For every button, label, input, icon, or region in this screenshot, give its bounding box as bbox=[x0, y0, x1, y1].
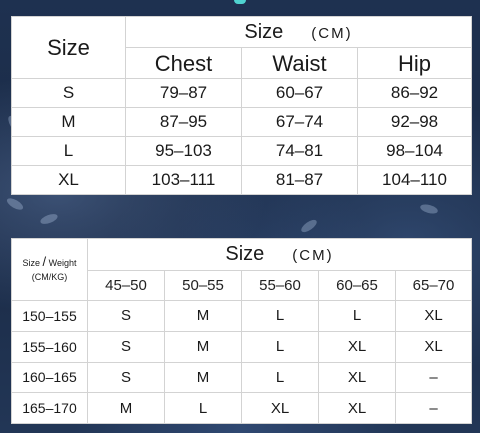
weight-column-header: 50–55 bbox=[164, 270, 242, 301]
size-cell: XL bbox=[11, 165, 126, 195]
size-column-header: Size bbox=[11, 16, 126, 79]
weight-column-header: 60–65 bbox=[318, 270, 396, 301]
weight-column-header: 65–70 bbox=[394, 270, 473, 301]
corner-header: Size / Weight (CM/KG) bbox=[11, 238, 88, 301]
size-cell: XL bbox=[318, 330, 396, 363]
hip-cell: 86–92 bbox=[356, 78, 473, 108]
waist-cell: 60–67 bbox=[241, 78, 358, 108]
column-header-hip: Hip bbox=[356, 47, 473, 79]
waist-cell: 67–74 bbox=[241, 107, 358, 137]
weight-column-header: 45–50 bbox=[87, 270, 165, 301]
table-row: L 95–103 74–81 98–104 bbox=[11, 136, 473, 166]
size-cell: – bbox=[394, 361, 473, 394]
size-cell: L bbox=[241, 330, 319, 363]
chest-cell: 87–95 bbox=[125, 107, 242, 137]
table-title: Size (CM) bbox=[86, 238, 473, 271]
height-weight-table: Size / Weight (CM/KG) Size (CM) 45–50 50–… bbox=[11, 238, 473, 424]
size-cell: M bbox=[164, 361, 242, 394]
waist-cell: 74–81 bbox=[241, 136, 358, 166]
title-size: Size bbox=[244, 20, 284, 43]
corner-slash: / bbox=[42, 254, 47, 269]
top-accent-mark bbox=[234, 0, 246, 4]
height-cell: 155–160 bbox=[11, 330, 88, 363]
size-cell: S bbox=[87, 361, 165, 394]
table-row: XL 103–111 81–87 104–110 bbox=[11, 165, 473, 195]
table-row: 165–170 M L XL XL – bbox=[11, 392, 473, 424]
body-measurement-table: Size Size (CM) Chest Waist Hip S 79–87 60… bbox=[11, 16, 473, 195]
size-cell: XL bbox=[318, 361, 396, 394]
chest-cell: 79–87 bbox=[125, 78, 242, 108]
leaf-decoration bbox=[5, 196, 25, 212]
page: Size Size (CM) Chest Waist Hip S 79–87 60… bbox=[0, 0, 480, 433]
table-row: 160–165 S M L XL – bbox=[11, 361, 473, 394]
size-cell: XL bbox=[394, 330, 473, 363]
column-header-waist: Waist bbox=[241, 47, 358, 79]
table-title: Size (CM) bbox=[124, 16, 473, 48]
size-cell: XL bbox=[318, 392, 396, 424]
corner-weight-label: Weight bbox=[48, 258, 77, 268]
title-unit: (CM) bbox=[292, 247, 334, 264]
corner-units: (CM/KG) bbox=[31, 272, 68, 282]
height-cell: 150–155 bbox=[11, 300, 88, 332]
size-cell: M bbox=[164, 330, 242, 363]
leaf-decoration bbox=[419, 202, 439, 216]
size-cell: M bbox=[87, 392, 165, 424]
corner-size-label: Size bbox=[22, 258, 40, 268]
title-size: Size bbox=[225, 243, 265, 265]
size-cell: – bbox=[394, 392, 473, 424]
column-header-chest: Chest bbox=[125, 47, 242, 79]
size-cell: M bbox=[164, 300, 242, 332]
table-row: 150–155 S M L L XL bbox=[11, 300, 473, 332]
table-row: 155–160 S M L XL XL bbox=[11, 330, 473, 363]
size-cell: S bbox=[87, 330, 165, 363]
size-cell: XL bbox=[394, 300, 473, 332]
table-row: M 87–95 67–74 92–98 bbox=[11, 107, 473, 137]
size-cell: S bbox=[87, 300, 165, 332]
hip-cell: 98–104 bbox=[356, 136, 473, 166]
size-cell: M bbox=[11, 107, 126, 137]
size-cell: L bbox=[11, 136, 126, 166]
size-cell: L bbox=[241, 300, 319, 332]
waist-cell: 81–87 bbox=[241, 165, 358, 195]
size-cell: L bbox=[164, 392, 242, 424]
size-cell: L bbox=[241, 361, 319, 394]
size-cell: L bbox=[318, 300, 396, 332]
size-cell: S bbox=[11, 78, 126, 108]
chest-cell: 103–111 bbox=[125, 165, 242, 195]
size-cell: XL bbox=[241, 392, 319, 424]
table-row: S 79–87 60–67 86–92 bbox=[11, 78, 473, 108]
hip-cell: 92–98 bbox=[356, 107, 473, 137]
title-unit: (CM) bbox=[311, 24, 353, 42]
weight-column-header: 55–60 bbox=[241, 270, 319, 301]
hip-cell: 104–110 bbox=[356, 165, 473, 195]
height-cell: 160–165 bbox=[11, 361, 88, 394]
height-cell: 165–170 bbox=[11, 392, 88, 424]
chest-cell: 95–103 bbox=[125, 136, 242, 166]
leaf-decoration bbox=[39, 212, 59, 226]
leaf-decoration bbox=[299, 217, 319, 235]
